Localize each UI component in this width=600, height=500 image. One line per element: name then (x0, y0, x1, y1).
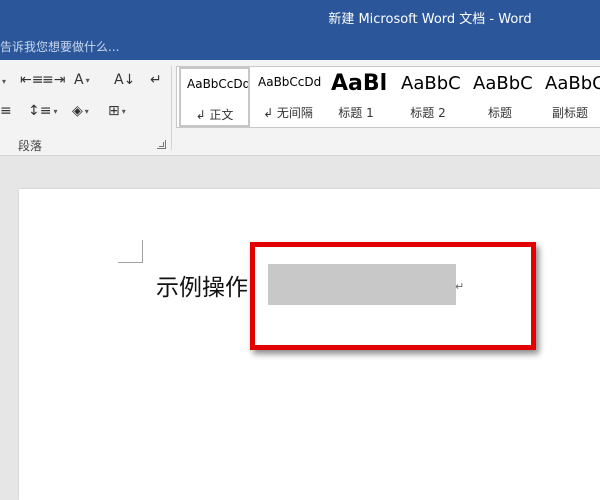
tell-me-bar[interactable]: 告诉我您想要做什么... (0, 32, 600, 60)
borders-icon[interactable]: ⊞ ▾ (108, 100, 126, 122)
line-spacing-icon[interactable]: ↕≡ ▾ (28, 100, 57, 122)
highlight-annotation-box (250, 242, 536, 350)
ribbon: ▾ ⇤≡ ≡⇥ A ▾ A↓ ↵ ≡ ↕≡ ▾ ◈ ▾ ⊞ ▾ 段落 AaBbCcDd … (0, 60, 600, 156)
show-marks-icon[interactable]: ↵ (150, 69, 162, 91)
align-icon[interactable]: ≡ (0, 100, 12, 122)
decrease-indent-icon[interactable]: ⇤≡ (20, 69, 43, 91)
window-title: 新建 Microsoft Word 文档 - Word (328, 12, 532, 27)
style-heading-1[interactable]: AaBl 标题 1 (325, 67, 387, 127)
paragraph-dialog-launcher-icon[interactable] (157, 140, 166, 149)
style-heading-2[interactable]: AaBbC 标题 2 (395, 67, 461, 127)
title-bar: 新建 Microsoft Word 文档 - Word (0, 0, 600, 32)
tell-me-input[interactable]: 告诉我您想要做什么... (0, 38, 119, 55)
ribbon-divider (171, 66, 172, 150)
document-text[interactable]: 示例操作 (156, 268, 248, 302)
paragraph-group-label: 段落 (18, 139, 43, 153)
style-normal[interactable]: AaBbCcDd ↲ 正文 (179, 67, 250, 127)
margin-corner-mark (118, 240, 143, 263)
increase-indent-icon[interactable]: ≡⇥ (42, 69, 65, 91)
style-title[interactable]: AaBbC 标题 (467, 67, 533, 127)
multilevel-list-icon[interactable]: ▾ (0, 70, 12, 92)
sort-icon[interactable]: A↓ (114, 69, 135, 91)
style-subtitle[interactable]: AaBbC 副标题 (539, 67, 600, 127)
chinese-layout-icon[interactable]: A ▾ (74, 69, 90, 91)
paragraph-group: ▾ ⇤≡ ≡⇥ A ▾ A↓ ↵ ≡ ↕≡ ▾ ◈ ▾ ⊞ ▾ 段落 (0, 60, 172, 156)
styles-gallery[interactable]: AaBbCcDd ↲ 正文 AaBbCcDd ↲ 无间隔 AaBl 标题 1 A… (176, 66, 600, 128)
shading-icon[interactable]: ◈ ▾ (72, 100, 89, 122)
style-no-spacing[interactable]: AaBbCcDd ↲ 无间隔 (252, 67, 324, 127)
